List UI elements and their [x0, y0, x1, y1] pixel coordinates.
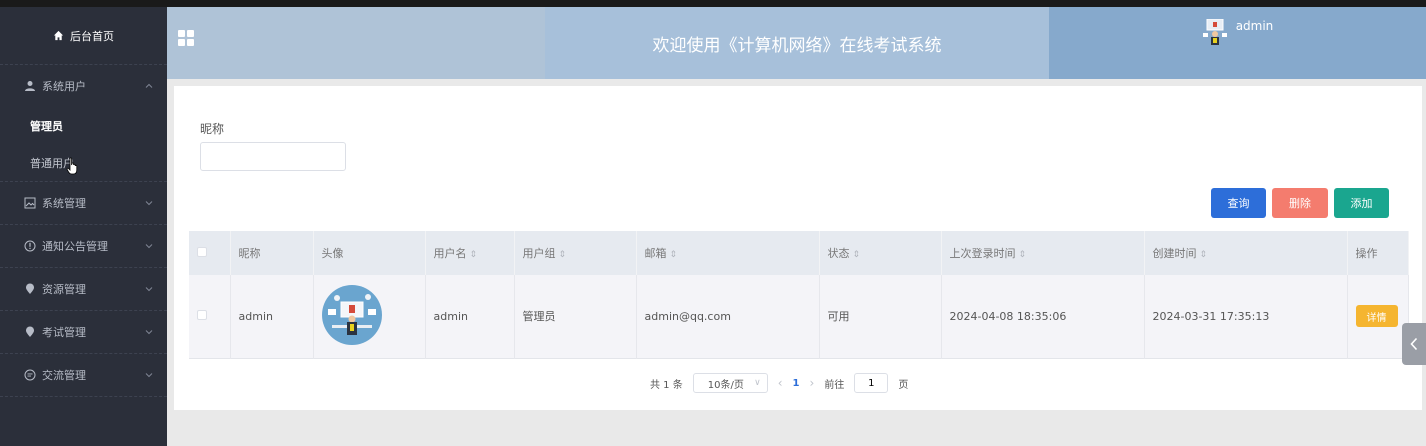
image-icon — [24, 197, 36, 209]
column-header-status[interactable]: 状态 ⇕ — [819, 231, 942, 275]
sidebar-item-notice-management[interactable]: 通知公告管理 — [0, 225, 167, 267]
chevron-down-icon — [145, 201, 153, 206]
sidebar-item-label: 通知公告管理 — [42, 240, 108, 253]
column-header-group[interactable]: 用户组 ⇕ — [514, 231, 637, 275]
sidebar-item-exam-management[interactable]: 考试管理 — [0, 311, 167, 353]
column-header-avatar: 头像 — [313, 231, 426, 275]
sidebar-group-resources: 资源管理 — [0, 268, 167, 311]
sidebar-group-exams: 考试管理 — [0, 311, 167, 354]
goto-page-input[interactable] — [854, 373, 889, 393]
sidebar-subitem-admin[interactable]: 管理员 — [0, 107, 167, 144]
page-size-value: 10条/页 — [707, 379, 744, 391]
column-header-nickname: 昵称 — [230, 231, 314, 275]
cell-status: 可用 — [819, 275, 942, 358]
query-button[interactable]: 查询 — [1211, 188, 1266, 218]
sidebar-item-resource-management[interactable]: 资源管理 — [0, 268, 167, 310]
sidebar-item-label: 交流管理 — [42, 369, 86, 382]
next-page-icon[interactable]: › — [810, 376, 815, 390]
sidebar-item-system-management[interactable]: 系统管理 — [0, 182, 167, 224]
header-username: admin — [1235, 19, 1274, 33]
sort-icon[interactable]: ⇕ — [559, 250, 567, 260]
pagination-total: 共 1 条 — [650, 379, 683, 391]
sidebar-item-label: 系统管理 — [42, 197, 86, 210]
location-pin-icon — [26, 283, 34, 294]
sidebar-group-communication: 交流管理 — [0, 354, 167, 397]
cell-username: admin — [425, 275, 515, 358]
prev-page-icon[interactable]: ‹ — [778, 376, 783, 390]
sidebar-item-label: 考试管理 — [42, 326, 86, 339]
goto-label: 前往 — [824, 379, 845, 391]
home-icon — [53, 30, 64, 41]
page-suffix: 页 — [898, 379, 909, 391]
chevron-down-icon — [145, 330, 153, 335]
info-icon — [24, 240, 36, 252]
column-header-last-login[interactable]: 上次登录时间 ⇕ — [941, 231, 1145, 275]
header-title: 欢迎使用《计算机网络》在线考试系统 — [545, 7, 1049, 79]
sort-icon[interactable]: ⇕ — [670, 250, 678, 260]
users-table: 昵称 头像 用户名 ⇕ 用户组 ⇕ 邮箱 ⇕ 状态 ⇕ 上次登录时间 ⇕ 创建时间 ⇕ 操作… — [189, 231, 1409, 359]
add-button[interactable]: 添加 — [1334, 188, 1389, 218]
chevron-down-icon: ∨ — [754, 378, 761, 388]
column-header-email[interactable]: 邮箱 ⇕ — [636, 231, 820, 275]
nickname-filter-label: 昵称 — [200, 122, 225, 136]
column-header-actions: 操作 — [1347, 231, 1409, 275]
sort-icon[interactable]: ⇕ — [1200, 250, 1208, 260]
select-all-checkbox[interactable] — [197, 246, 207, 257]
sidebar-home[interactable]: 后台首页 — [0, 7, 167, 65]
cell-last-login: 2024-04-08 18:35:06 — [941, 275, 1145, 358]
page-size-select[interactable]: 10条/页 ∨ — [692, 373, 768, 393]
sidebar-group-notice: 通知公告管理 — [0, 225, 167, 268]
sidebar-item-system-users[interactable]: 系统用户 — [0, 65, 167, 107]
column-header-username[interactable]: 用户名 ⇕ — [425, 231, 515, 275]
hand-cursor-icon — [66, 157, 78, 175]
user-avatar-icon — [1202, 19, 1227, 45]
sidebar-item-communication-management[interactable]: 交流管理 — [0, 354, 167, 396]
select-all-checkbox-cell[interactable] — [189, 231, 231, 275]
header-left — [167, 7, 545, 79]
top-header: 欢迎使用《计算机网络》在线考试系统 admin — [167, 7, 1426, 79]
table-row: admin admin 管理员 admin@qq.com 可用 2024-04-… — [189, 275, 1409, 358]
row-checkbox[interactable] — [197, 309, 207, 320]
sidebar-item-label: 资源管理 — [42, 283, 86, 296]
user-icon — [25, 81, 35, 91]
sort-icon[interactable]: ⇕ — [470, 250, 478, 260]
header-user[interactable]: admin — [1049, 7, 1426, 79]
top-strip — [0, 0, 1426, 7]
row-checkbox-cell[interactable] — [189, 275, 231, 358]
cell-nickname: admin — [230, 275, 314, 358]
chevron-left-icon — [1410, 337, 1418, 351]
sidebar-subitem-normal-users[interactable]: 普通用户 — [0, 144, 167, 181]
chat-icon — [24, 369, 36, 381]
cell-group: 管理员 — [514, 275, 637, 358]
cell-email: admin@qq.com — [636, 275, 820, 358]
sidebar: 后台首页 系统用户 管理员 普通用户 系统管理 通知公告管理 资源管理 考试管理… — [0, 7, 167, 446]
sidebar-group-system: 系统管理 — [0, 182, 167, 225]
chevron-down-icon — [145, 244, 153, 249]
sort-icon[interactable]: ⇕ — [1019, 250, 1027, 260]
collapse-side-tab[interactable] — [1402, 323, 1426, 365]
cell-avatar — [313, 275, 426, 358]
main-card: 昵称 查询 删除 添加 昵称 头像 用户名 ⇕ 用户组 ⇕ 邮箱 ⇕ 状态 ⇕ 上次登录… — [174, 86, 1422, 410]
cell-created: 2024-03-31 17:35:13 — [1144, 275, 1348, 358]
location-pin-icon — [26, 326, 34, 337]
delete-button[interactable]: 删除 — [1272, 188, 1328, 218]
grid-menu-icon[interactable] — [178, 30, 194, 46]
sidebar-item-label: 系统用户 — [42, 80, 86, 93]
column-header-created[interactable]: 创建时间 ⇕ — [1144, 231, 1348, 275]
chevron-up-icon — [145, 83, 153, 88]
sort-icon[interactable]: ⇕ — [853, 250, 861, 260]
detail-button[interactable]: 详情 — [1355, 305, 1398, 328]
cell-actions: 详情 — [1347, 275, 1409, 358]
chevron-down-icon — [145, 373, 153, 378]
chevron-down-icon — [145, 287, 153, 292]
nickname-search-input[interactable] — [200, 142, 346, 171]
user-avatar-image — [321, 284, 382, 345]
table-header-row: 昵称 头像 用户名 ⇕ 用户组 ⇕ 邮箱 ⇕ 状态 ⇕ 上次登录时间 ⇕ 创建时间 ⇕ 操作 — [189, 231, 1409, 275]
sidebar-group-users: 系统用户 管理员 普通用户 — [0, 65, 167, 182]
page-number-current[interactable]: 1 — [793, 378, 800, 389]
sidebar-home-label: 后台首页 — [70, 29, 114, 43]
pagination: 共 1 条 10条/页 ∨ ‹ 1 › 前往 页 — [650, 373, 908, 393]
submenu-system-users: 管理员 普通用户 — [0, 107, 167, 181]
